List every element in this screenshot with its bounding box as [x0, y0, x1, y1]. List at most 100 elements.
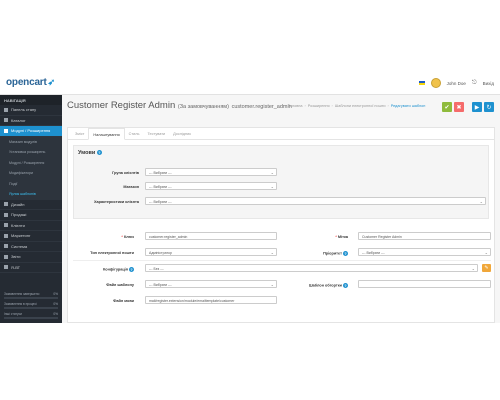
top-header: opencart➶ John Doe ⎋ Вихід [0, 73, 500, 95]
page-title-store: (За замовчуванням) [177, 104, 229, 110]
help-icon[interactable]: ? [343, 283, 348, 288]
tab-content[interactable]: Зміст [71, 128, 88, 140]
cart-icon [4, 212, 8, 217]
select-value: --- Вибрати --- [149, 199, 172, 204]
divider [73, 260, 491, 261]
help-icon[interactable]: ? [343, 251, 348, 256]
customer-attributes-select[interactable]: --- Вибрати --- ⌄ [145, 197, 486, 205]
breadcrumb-current[interactable]: Редагувати шаблон [391, 104, 426, 108]
sidebar-item-system[interactable]: Система [0, 242, 62, 252]
help-icon[interactable]: ? [96, 150, 102, 156]
form-panel: Зміст Налаштування Стиль Тестувати Дослі… [67, 127, 495, 323]
save-button[interactable]: ✔ [442, 102, 452, 112]
config-label-text: Конфігурація [102, 267, 128, 272]
bar-chart-icon [4, 254, 8, 259]
chevron-down-icon: ⌄ [270, 250, 274, 255]
store-select[interactable]: --- Вибрати --- ⌄ [145, 182, 277, 190]
tab-bar: Зміст Налаштування Стиль Тестувати Дослі… [68, 128, 494, 140]
stat-label: Інші статуси [4, 312, 22, 316]
label-label: * Мітка [335, 235, 348, 239]
chevron-down-icon: ⌄ [270, 282, 274, 287]
sidebar-item-marketing[interactable]: Маркетинг [0, 231, 62, 242]
delete-button[interactable]: ✖ [454, 102, 464, 112]
sidebar-subitem-extensions[interactable]: Модулі / Розширення [0, 157, 62, 168]
stat-complete: Замовлення завершено 0% [4, 292, 58, 299]
monitor-icon [4, 202, 8, 207]
main-content: Customer Register Admin (За замовчування… [62, 95, 500, 323]
tab-settings[interactable]: Налаштування [88, 128, 125, 140]
play-icon: ▶ [474, 104, 480, 111]
select-value: --- Вибрати --- [149, 184, 172, 189]
sidebar-item-ebt[interactable]: Я-ВТ [0, 263, 62, 273]
close-icon: ✖ [456, 104, 462, 111]
email-type-select[interactable]: Адміністратор ⌄ [145, 248, 277, 256]
reload-button[interactable]: ↻ [484, 102, 494, 112]
select-value: --- Вибрати --- [149, 282, 172, 287]
breadcrumb-templates[interactable]: Шаблони електронної пошти [335, 104, 386, 108]
key-input[interactable]: customer.register_admin [145, 232, 277, 240]
progress-bar [4, 317, 58, 319]
config-select[interactable]: --- Без --- ⌄ [145, 264, 478, 272]
customer-group-label: Група клієнтів [112, 171, 139, 175]
tab-style[interactable]: Стиль [125, 128, 144, 140]
chevron-down-icon: ⌄ [471, 266, 475, 271]
sidebar-item-label: Модулі / Розширення [11, 128, 51, 134]
wrapper-label: Шаблон обгортки ? [309, 283, 348, 288]
key-label-text: Ключ [123, 235, 134, 239]
sidebar-item-dashboard[interactable]: Панель стану [0, 105, 62, 116]
sidebar: НАВІГАЦІЯ Панель стану Каталог Модулі / … [0, 95, 62, 323]
language-file-input[interactable]: mail/register.extension/module/emailtemp… [145, 296, 277, 304]
sidebar-item-label: Каталог [11, 117, 26, 123]
sidebar-item-extensions[interactable]: Модулі / Розширення [0, 126, 62, 137]
wrapper-input[interactable] [358, 280, 491, 288]
page-title: Customer Register Admin (За замовчування… [67, 100, 292, 111]
sidebar-subitem-label: Модулі / Розширення [9, 160, 45, 165]
label-input[interactable]: Customer Register Admin [358, 232, 491, 240]
avatar[interactable] [430, 78, 441, 88]
breadcrumb-separator: › [387, 104, 389, 108]
tab-explorer[interactable]: Дослідник [169, 128, 195, 140]
sidebar-item-sales[interactable]: Продажі [0, 210, 62, 221]
sidebar-subitem-email-templates[interactable]: Ярлик шаблонів [0, 189, 62, 200]
preview-button[interactable]: ▶ [472, 102, 482, 112]
language-flag-icon[interactable] [418, 81, 425, 85]
nav-heading-text: НАВІГАЦІЯ [4, 98, 26, 103]
tab-label: Стиль [128, 132, 140, 136]
sidebar-subitem-events[interactable]: Події [0, 178, 62, 189]
wrapper-label-text: Шаблон обгортки [308, 283, 342, 288]
template-file-select[interactable]: --- Вибрати --- ⌄ [145, 280, 277, 288]
chevron-down-icon: ⌄ [479, 199, 483, 204]
sidebar-subitem-modifications[interactable]: Модифікатори [0, 168, 62, 179]
stat-value: 0% [53, 302, 58, 306]
breadcrumb-extensions[interactable]: Розширення [308, 104, 330, 108]
progress-bar [4, 297, 58, 299]
button-spacer [466, 102, 470, 112]
customer-group-select[interactable]: --- Вибрати --- ⌄ [145, 168, 277, 176]
page-header: Customer Register Admin (За замовчування… [62, 95, 500, 127]
tab-test[interactable]: Тестувати [143, 128, 169, 140]
priority-label: Пріоритет ? [323, 251, 348, 256]
help-icon[interactable]: ? [129, 267, 134, 272]
user-name[interactable]: John Doe [447, 81, 466, 86]
sidebar-item-customers[interactable]: Клієнти [0, 221, 62, 231]
priority-select[interactable]: --- Вибрати --- ⌄ [358, 248, 491, 256]
breadcrumb-home[interactable]: Головна [288, 104, 302, 108]
logout-icon[interactable]: ⎋ [472, 80, 477, 87]
nav-heading: НАВІГАЦІЯ [0, 95, 62, 105]
sidebar-subitem-installer[interactable]: Установка розширень [0, 147, 62, 158]
breadcrumb-separator: › [331, 104, 333, 108]
sidebar-item-catalog[interactable]: Каталог [0, 116, 62, 126]
template-file-label: Файл шаблону [106, 283, 134, 287]
sidebar-item-reports[interactable]: Звіти [0, 252, 62, 263]
opencart-logo[interactable]: opencart➶ [6, 77, 55, 88]
chevron-down-icon: ⌄ [270, 170, 274, 175]
sidebar-item-design[interactable]: Дизайн [0, 200, 62, 210]
logout-link[interactable]: Вихід [483, 81, 494, 86]
sidebar-subitem-marketplace[interactable]: Магазин модулів [0, 136, 62, 147]
sidebar-item-label: Продажі [11, 212, 27, 218]
stat-value: 0% [53, 292, 58, 296]
pencil-icon: ✎ [484, 265, 489, 271]
gear-icon [4, 244, 8, 249]
select-value: --- Вибрати --- [362, 250, 385, 255]
edit-config-button[interactable]: ✎ [482, 264, 491, 272]
